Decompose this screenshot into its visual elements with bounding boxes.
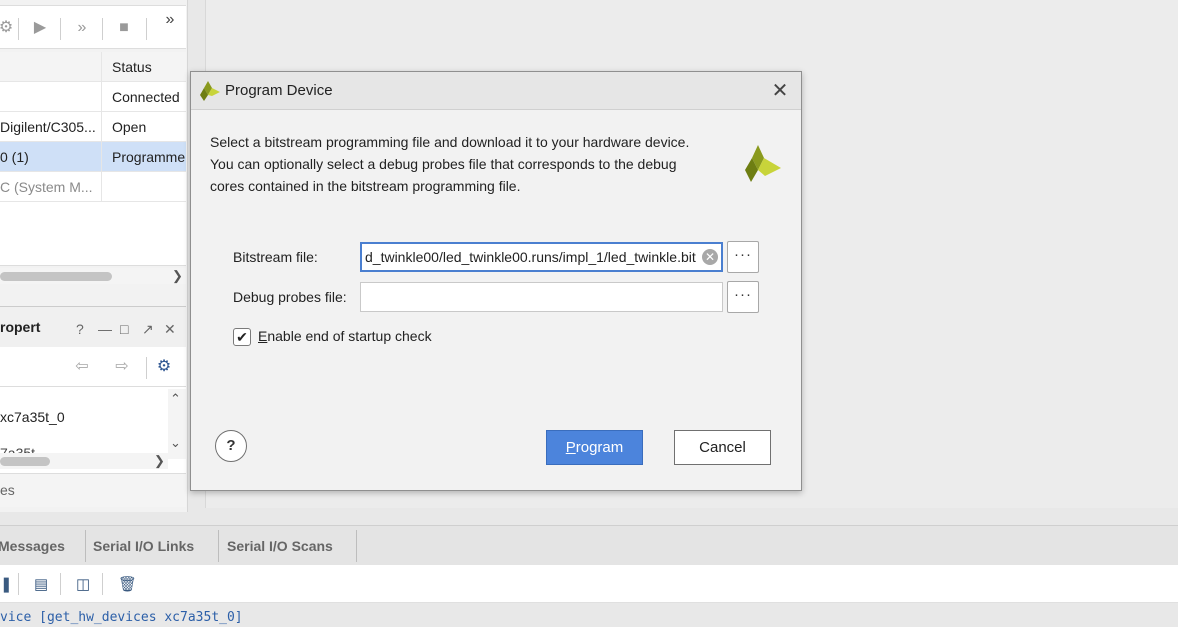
chevron-up-icon[interactable]: ⌃ (170, 391, 181, 407)
settings-gear-icon[interactable]: ⚙ (154, 357, 174, 377)
toolbar-separator (60, 573, 61, 595)
vertical-scrollbar[interactable]: ⌃ ⌄ (168, 389, 186, 459)
toolbar-separator (102, 573, 103, 595)
dialog-title: Program Device (225, 82, 333, 99)
enable-startup-check-label[interactable]: Enable end of startup check (258, 328, 432, 344)
table-row[interactable]: 0 (1) Programme (0, 142, 186, 172)
toolbar-separator (146, 18, 147, 40)
tab-separator (218, 530, 219, 562)
properties-nav: ⇦ ⇨ ⚙ (0, 347, 186, 387)
trash-icon[interactable]: 🗑 (118, 575, 137, 593)
tab-messages[interactable]: Messages (0, 526, 65, 566)
close-icon[interactable]: ✕ (164, 321, 176, 338)
tcl-console-output: vice [get_hw_devices xc7a35t_0] (0, 610, 243, 625)
hardware-panel: ⚙ ▶ » ■ » Status Connected Digilent/C305… (0, 0, 188, 512)
console-toolbar: ❚ ▤ ◫ 🗑 (0, 565, 1178, 603)
column-header-status: Status (112, 59, 152, 75)
table-row[interactable]: Connected (0, 82, 186, 112)
hardware-tree-table: Status Connected Digilent/C305... Open 0… (0, 52, 186, 266)
forward-arrow-icon[interactable]: ⇨ (112, 357, 132, 377)
row-name: C (System M... (0, 172, 102, 202)
scrollbar-thumb[interactable] (0, 457, 50, 466)
hardware-toolbar: ⚙ ▶ » ■ » (0, 5, 186, 49)
table-header: Status (0, 52, 186, 82)
column-header-name (0, 52, 102, 82)
properties-body: xc7a35t_0 7a35t (0, 389, 168, 459)
float-icon[interactable]: ↗ (142, 321, 154, 338)
row-status: Programme (112, 149, 186, 165)
debug-probes-browse-button[interactable]: ··· (727, 281, 759, 313)
horizontal-scrollbar[interactable]: ❯ (0, 268, 186, 284)
bitstream-file-input[interactable]: d_twinkle00/led_twinkle00.runs/impl_1/le… (360, 242, 723, 272)
bitstream-file-label: Bitstream file: (233, 249, 318, 265)
xilinx-logo-icon (200, 81, 220, 101)
clear-icon[interactable]: ✕ (702, 249, 718, 265)
columns-icon[interactable]: ◫ (76, 575, 90, 593)
table-row[interactable]: C (System M... (0, 172, 186, 202)
property-value: 7a35t (0, 445, 36, 453)
tab-serial-io-links[interactable]: Serial I/O Links (93, 526, 194, 566)
row-name: 0 (1) (0, 142, 102, 172)
label-rest: rogram (575, 439, 624, 456)
horizontal-scrollbar[interactable]: ❯ (0, 453, 168, 469)
tab-serial-io-scans[interactable]: Serial I/O Scans (227, 526, 333, 566)
program-button[interactable]: Program (546, 430, 643, 465)
bottom-tab-bar: Messages Serial I/O Links Serial I/O Sca… (0, 525, 1178, 565)
row-status: Open (112, 119, 147, 135)
enable-startup-check-checkbox[interactable]: ✔ (233, 328, 251, 346)
help-icon[interactable]: ? (76, 321, 84, 337)
toolbar-separator (102, 18, 103, 40)
tab-separator (356, 530, 357, 562)
program-device-dialog: Program Device ✕ Select a bitstream prog… (190, 71, 802, 491)
back-arrow-icon[interactable]: ⇦ (72, 357, 92, 377)
mnemonic-letter: P (565, 439, 576, 456)
label-rest: nable end of startup check (267, 328, 432, 344)
debug-probes-file-label: Debug probes file: (233, 289, 347, 305)
checkmark-icon: ✔ (236, 329, 248, 345)
description-line: You can optionally select a debug probes… (210, 156, 677, 172)
row-status (112, 172, 186, 202)
row-name (0, 82, 102, 112)
property-value: xc7a35t_0 (0, 409, 65, 425)
footer-tab-label[interactable]: es (0, 482, 15, 498)
stop-icon[interactable]: ■ (114, 18, 134, 38)
auto-connect-icon[interactable]: ⚙ (0, 18, 16, 38)
fast-forward-icon[interactable]: » (72, 18, 92, 38)
description-line: Select a bitstream programming file and … (210, 134, 690, 150)
dialog-description: Select a bitstream programming file and … (210, 131, 730, 197)
description-line: cores contained in the bitstream program… (210, 178, 521, 194)
chevron-down-icon[interactable]: ⌄ (170, 435, 181, 451)
properties-title: ropert (0, 319, 41, 335)
row-status: Connected (112, 89, 180, 105)
close-icon[interactable]: ✕ (769, 80, 791, 102)
cancel-button[interactable]: Cancel (674, 430, 771, 465)
pause-icon[interactable]: ❚ (0, 575, 13, 593)
toolbar-separator (18, 18, 19, 40)
debug-probes-file-input[interactable] (360, 282, 723, 312)
bitstream-browse-button[interactable]: ··· (727, 241, 759, 273)
bitstream-file-value: d_twinkle00/led_twinkle00.runs/impl_1/le… (365, 249, 696, 265)
play-icon[interactable]: ▶ (30, 18, 50, 38)
scrollbar-thumb[interactable] (0, 272, 112, 281)
chevron-right-icon[interactable]: ❯ (172, 268, 183, 284)
toolbar-separator (146, 357, 147, 379)
copy-icon[interactable]: ▤ (34, 575, 48, 593)
toolbar-separator (18, 573, 19, 595)
maximize-icon[interactable]: □ (120, 321, 128, 337)
xilinx-logo-icon (745, 145, 781, 182)
toolbar-separator (60, 18, 61, 40)
minimize-icon[interactable]: — (98, 321, 112, 337)
row-name: Digilent/C305... (0, 112, 102, 142)
properties-footer: es (0, 473, 186, 507)
dialog-titlebar: Program Device ✕ (191, 72, 801, 110)
table-row[interactable]: Digilent/C305... Open (0, 112, 186, 142)
help-button[interactable]: ? (215, 430, 247, 462)
tab-separator (85, 530, 86, 562)
overflow-chevron-icon[interactable]: » (160, 10, 180, 30)
properties-header: ropert ? — □ ↗ ✕ (0, 307, 186, 347)
chevron-right-icon[interactable]: ❯ (154, 453, 165, 469)
properties-panel: ropert ? — □ ↗ ✕ ⇦ ⇨ ⚙ xc7a35t_0 7a35t ⌃… (0, 306, 186, 507)
mnemonic-letter: E (258, 328, 268, 344)
